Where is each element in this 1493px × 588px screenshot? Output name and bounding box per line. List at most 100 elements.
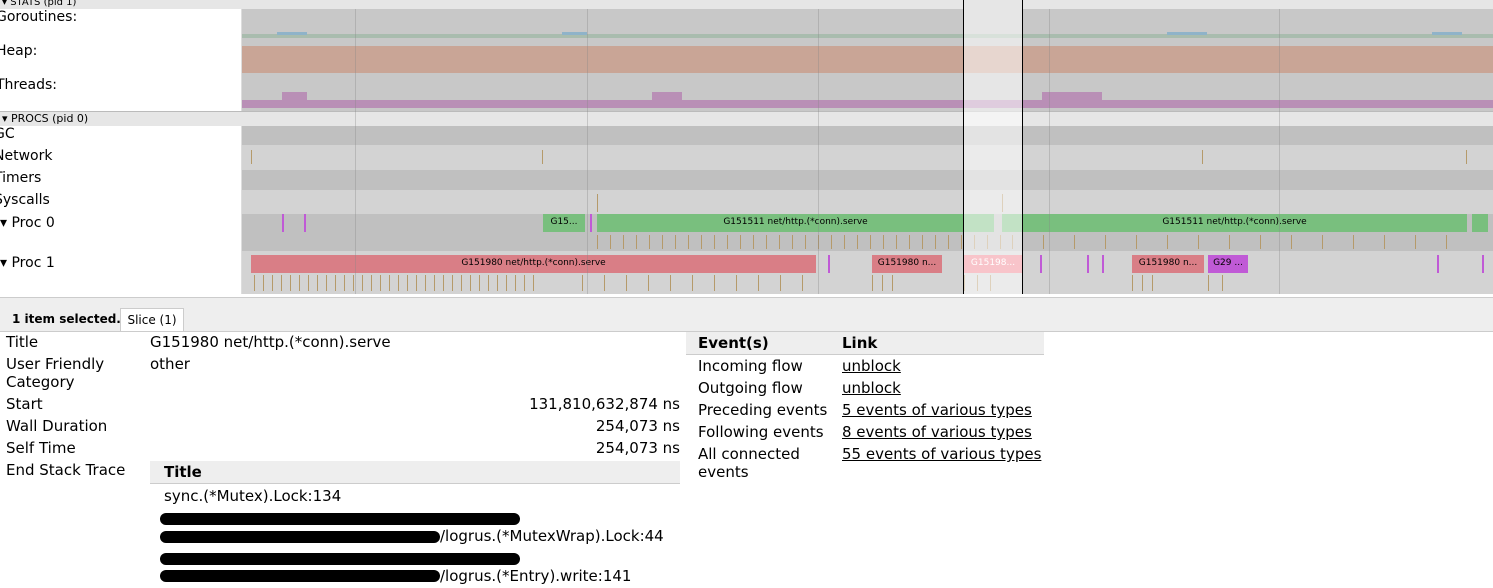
event-tick bbox=[990, 275, 991, 291]
preceding-events-link[interactable]: 5 events of various types bbox=[842, 401, 1032, 419]
field-value-self-time: 254,073 ns bbox=[595, 439, 680, 457]
link-header-label: Link bbox=[842, 334, 878, 352]
event-tick bbox=[675, 235, 676, 249]
redaction-mark bbox=[160, 570, 440, 582]
event-tick bbox=[1000, 235, 1001, 249]
event-tick bbox=[670, 275, 671, 291]
proc0-slice[interactable]: G151511 net/http.(*conn).serve bbox=[597, 214, 994, 232]
event-tick bbox=[802, 275, 803, 291]
event-tick bbox=[964, 275, 965, 291]
event-tick bbox=[714, 235, 715, 249]
event-tick bbox=[892, 275, 893, 291]
event-tick bbox=[948, 235, 949, 249]
event-tick bbox=[961, 235, 962, 249]
event-tick bbox=[727, 235, 728, 249]
proc1-slice[interactable]: G151980 n... bbox=[872, 255, 942, 273]
event-tick bbox=[626, 275, 627, 291]
proc-1-track[interactable]: G151980 net/http.(*conn).serve G151980 n… bbox=[242, 251, 1493, 294]
event-tick bbox=[254, 275, 255, 291]
following-events-link[interactable]: 8 events of various types bbox=[842, 423, 1032, 441]
event-tick bbox=[610, 235, 611, 249]
event-tick bbox=[780, 275, 781, 291]
proc1-slice-selected[interactable]: G15198... bbox=[964, 255, 1022, 273]
event-tick bbox=[407, 275, 408, 291]
proc0-slice[interactable]: G151511 net/http.(*conn).serve bbox=[1002, 214, 1467, 232]
proc1-slice[interactable]: G29 ... bbox=[1208, 255, 1248, 273]
event-tick bbox=[353, 275, 354, 291]
goroutines-track[interactable] bbox=[242, 9, 1493, 43]
field-label-category: User Friendly Category bbox=[6, 355, 105, 391]
timers-track[interactable] bbox=[242, 170, 1493, 190]
procs-group-label: ▾ PROCS (pid 0) bbox=[2, 112, 89, 125]
threads-label: Threads: bbox=[0, 77, 57, 93]
trace-timeline[interactable]: ▾ STATS (pid 1) Goroutines: Heap: Thread… bbox=[0, 0, 1493, 294]
event-tick bbox=[779, 235, 780, 249]
stats-labels: Goroutines: Heap: Threads: bbox=[0, 9, 242, 111]
all-connected-events-link[interactable]: 55 events of various types bbox=[842, 445, 1041, 463]
event-tick bbox=[1132, 275, 1133, 291]
event-tick bbox=[766, 235, 767, 249]
incoming-flow-link[interactable]: unblock bbox=[842, 357, 901, 375]
event-tick bbox=[844, 235, 845, 249]
event-tick bbox=[1384, 235, 1385, 249]
network-track[interactable] bbox=[242, 145, 1493, 170]
proc-1-label[interactable]: ▾ Proc 1 bbox=[0, 255, 55, 271]
goroutines-label: Goroutines: bbox=[0, 9, 78, 25]
gc-track[interactable] bbox=[242, 126, 1493, 145]
analysis-panel: 1 item selected. Slice (1) Title G151980… bbox=[0, 297, 1493, 588]
event-tick bbox=[380, 275, 381, 291]
heap-area bbox=[242, 46, 1493, 73]
event-tick bbox=[714, 275, 715, 291]
proc1-slice[interactable]: G151980 n... bbox=[1132, 255, 1204, 273]
field-value-start: 131,810,632,874 ns bbox=[529, 395, 680, 413]
event-tick bbox=[758, 275, 759, 291]
event-tick bbox=[1229, 235, 1230, 249]
redaction-mark bbox=[160, 513, 520, 525]
proc-0-label[interactable]: ▾ Proc 0 bbox=[0, 215, 55, 231]
event-tick bbox=[497, 275, 498, 291]
event-tick bbox=[443, 275, 444, 291]
event-tick bbox=[416, 275, 417, 291]
syscalls-track[interactable] bbox=[242, 190, 1493, 214]
event-tick bbox=[974, 235, 975, 249]
stack-frame: /logrus.(*Entry).write:141 bbox=[440, 567, 632, 585]
events-header-label: Event(s) bbox=[698, 334, 769, 352]
event-tick bbox=[524, 275, 525, 291]
event-tick bbox=[805, 235, 806, 249]
outgoing-flow-link[interactable]: unblock bbox=[842, 379, 901, 397]
event-tick bbox=[434, 275, 435, 291]
stack-frame: sync.(*Mutex).Lock:134 bbox=[164, 487, 342, 505]
field-label-start: Start bbox=[6, 395, 43, 413]
event-label-incoming: Incoming flow bbox=[698, 357, 803, 375]
proc1-slice[interactable]: G151980 net/http.(*conn).serve bbox=[251, 255, 816, 273]
event-tick bbox=[1353, 235, 1354, 249]
event-tick bbox=[1074, 235, 1075, 249]
event-tick bbox=[308, 275, 309, 291]
event-tick bbox=[362, 275, 363, 291]
tab-slice[interactable]: Slice (1) bbox=[120, 308, 184, 331]
gc-label: GC bbox=[0, 126, 15, 142]
event-tick bbox=[740, 235, 741, 249]
event-tick bbox=[479, 275, 480, 291]
event-tick bbox=[1415, 235, 1416, 249]
proc0-slice[interactable]: G15... bbox=[543, 214, 585, 232]
heap-track[interactable] bbox=[242, 43, 1493, 77]
field-value-category: other bbox=[150, 355, 190, 373]
event-tick bbox=[371, 275, 372, 291]
event-tick bbox=[987, 235, 988, 249]
field-label-wall-duration: Wall Duration bbox=[6, 417, 108, 435]
event-tick bbox=[506, 275, 507, 291]
event-tick bbox=[272, 275, 273, 291]
procs-group-header[interactable]: ▾ PROCS (pid 0) bbox=[0, 111, 1493, 127]
proc-0-track[interactable]: G15... G151511 net/http.(*conn).serve G1… bbox=[242, 214, 1493, 251]
event-tick bbox=[736, 275, 737, 291]
field-label-end-stack-trace: End Stack Trace bbox=[6, 461, 126, 479]
event-tick bbox=[299, 275, 300, 291]
event-label-following: Following events bbox=[698, 423, 824, 441]
event-tick bbox=[335, 275, 336, 291]
event-tick bbox=[1260, 235, 1261, 249]
event-tick bbox=[317, 275, 318, 291]
event-tick bbox=[1291, 235, 1292, 249]
threads-track[interactable] bbox=[242, 77, 1493, 111]
event-tick bbox=[692, 275, 693, 291]
